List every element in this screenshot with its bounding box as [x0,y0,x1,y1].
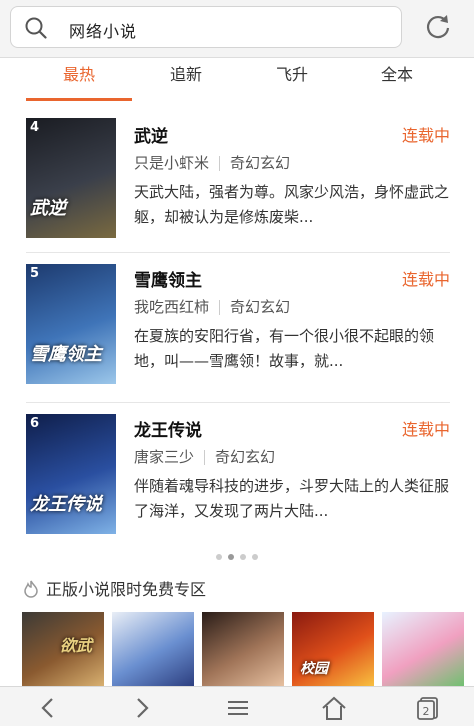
svg-text:2: 2 [423,705,430,718]
meta-divider [219,300,221,315]
rank-number: 6 [30,416,40,431]
category-tabs: 最热 追新 飞升 全本 [0,58,474,102]
search-input[interactable]: 网络小说 [10,6,402,48]
search-icon [25,17,47,39]
book-thumbnail[interactable] [202,612,284,686]
back-icon[interactable] [34,695,62,721]
carousel-dot[interactable] [240,554,246,560]
cover-title: 武逆 [30,198,66,219]
book-thumbnail[interactable]: 欲武 [22,612,104,686]
carousel-indicator [0,545,474,560]
menu-icon[interactable] [224,695,252,721]
list-item[interactable]: 4 武逆 武逆 连载中 只是小虾米 奇幻玄幻 天武大陆，强者为尊。风家少风浩，身怀… [0,112,474,262]
divider [26,402,450,403]
book-cover[interactable]: 5 雪鹰领主 [26,264,116,384]
book-author: 唐家三少 [134,448,195,466]
top-bar: 网络小说 [0,0,474,58]
book-genre: 奇幻玄幻 [215,448,276,466]
meta-divider [204,450,206,465]
carousel-dot[interactable] [216,554,222,560]
search-query: 网络小说 [69,22,138,41]
carousel-dot[interactable] [252,554,258,560]
list-item[interactable]: 5 雪鹰领主 雪鹰领主 连载中 我吃西红柿 奇幻玄幻 在夏族的安阳行省，有一个很小… [0,258,474,408]
book-genre: 奇幻玄幻 [230,298,291,316]
home-icon[interactable] [320,695,348,721]
book-thumbnail[interactable] [382,612,464,686]
cover-title: 雪鹰领主 [30,344,102,365]
book-author: 只是小虾米 [134,154,210,172]
cover-title: 龙王传说 [30,494,102,515]
flame-icon [24,580,38,598]
thumbnail-title: 校园 [300,661,328,677]
refresh-icon[interactable] [424,12,452,40]
book-list: 4 武逆 武逆 连载中 只是小虾米 奇幻玄幻 天武大陆，强者为尊。风家少风浩，身怀… [0,102,474,568]
carousel-dot[interactable] [228,554,234,560]
rank-number: 4 [30,120,40,135]
book-meta: 只是小虾米 奇幻玄幻 [134,152,290,173]
meta-divider [219,156,221,171]
book-thumbnail[interactable] [112,612,194,686]
list-item[interactable]: 6 龙王传说 龙王传说 连载中 唐家三少 奇幻玄幻 伴随着魂导科技的进步，斗罗大陆… [0,408,474,558]
status-badge: 连载中 [401,270,450,289]
tab-complete[interactable]: 全本 [338,58,456,102]
free-zone-section: 正版小说限时免费专区 欲武 校园 [0,568,474,686]
status-badge: 连载中 [401,420,450,439]
tab-rising[interactable]: 飞升 [233,58,351,102]
rank-number: 5 [30,266,40,281]
divider [26,252,450,253]
book-author: 我吃西红柿 [134,298,210,316]
active-tab-indicator [26,98,132,101]
browser-toolbar: 2 [0,686,474,726]
book-description: 在夏族的安阳行省，有一个很小很不起眼的领地，叫——雪鹰领！故事，就... [134,327,435,370]
book-genre: 奇幻玄幻 [230,154,291,172]
section-title-row[interactable]: 正版小说限时免费专区 [22,576,206,600]
section-title: 正版小说限时免费专区 [46,580,207,599]
tabs-icon[interactable]: 2 [414,695,442,721]
book-cover[interactable]: 4 武逆 [26,118,116,238]
book-thumbnail[interactable]: 校园 [292,612,374,686]
forward-icon[interactable] [128,695,156,721]
tab-latest[interactable]: 追新 [127,58,245,102]
book-description: 伴随着魂导科技的进步，斗罗大陆上的人类征服了海洋，又发现了两片大陆... [134,477,450,520]
book-title[interactable]: 武逆 [134,122,168,147]
thumbnail-title: 欲武 [60,636,93,655]
book-meta: 唐家三少 奇幻玄幻 [134,446,275,467]
free-book-thumbnails: 欲武 校园 [22,612,464,686]
book-meta: 我吃西红柿 奇幻玄幻 [134,296,290,317]
book-description: 天武大陆，强者为尊。风家少风浩，身怀虚武之躯，却被认为是修炼废柴... [134,183,450,226]
status-badge: 连载中 [401,126,450,145]
book-cover[interactable]: 6 龙王传说 [26,414,116,534]
tab-hot[interactable]: 最热 [20,58,138,102]
book-title[interactable]: 雪鹰领主 [134,266,202,291]
book-title[interactable]: 龙王传说 [134,416,202,441]
